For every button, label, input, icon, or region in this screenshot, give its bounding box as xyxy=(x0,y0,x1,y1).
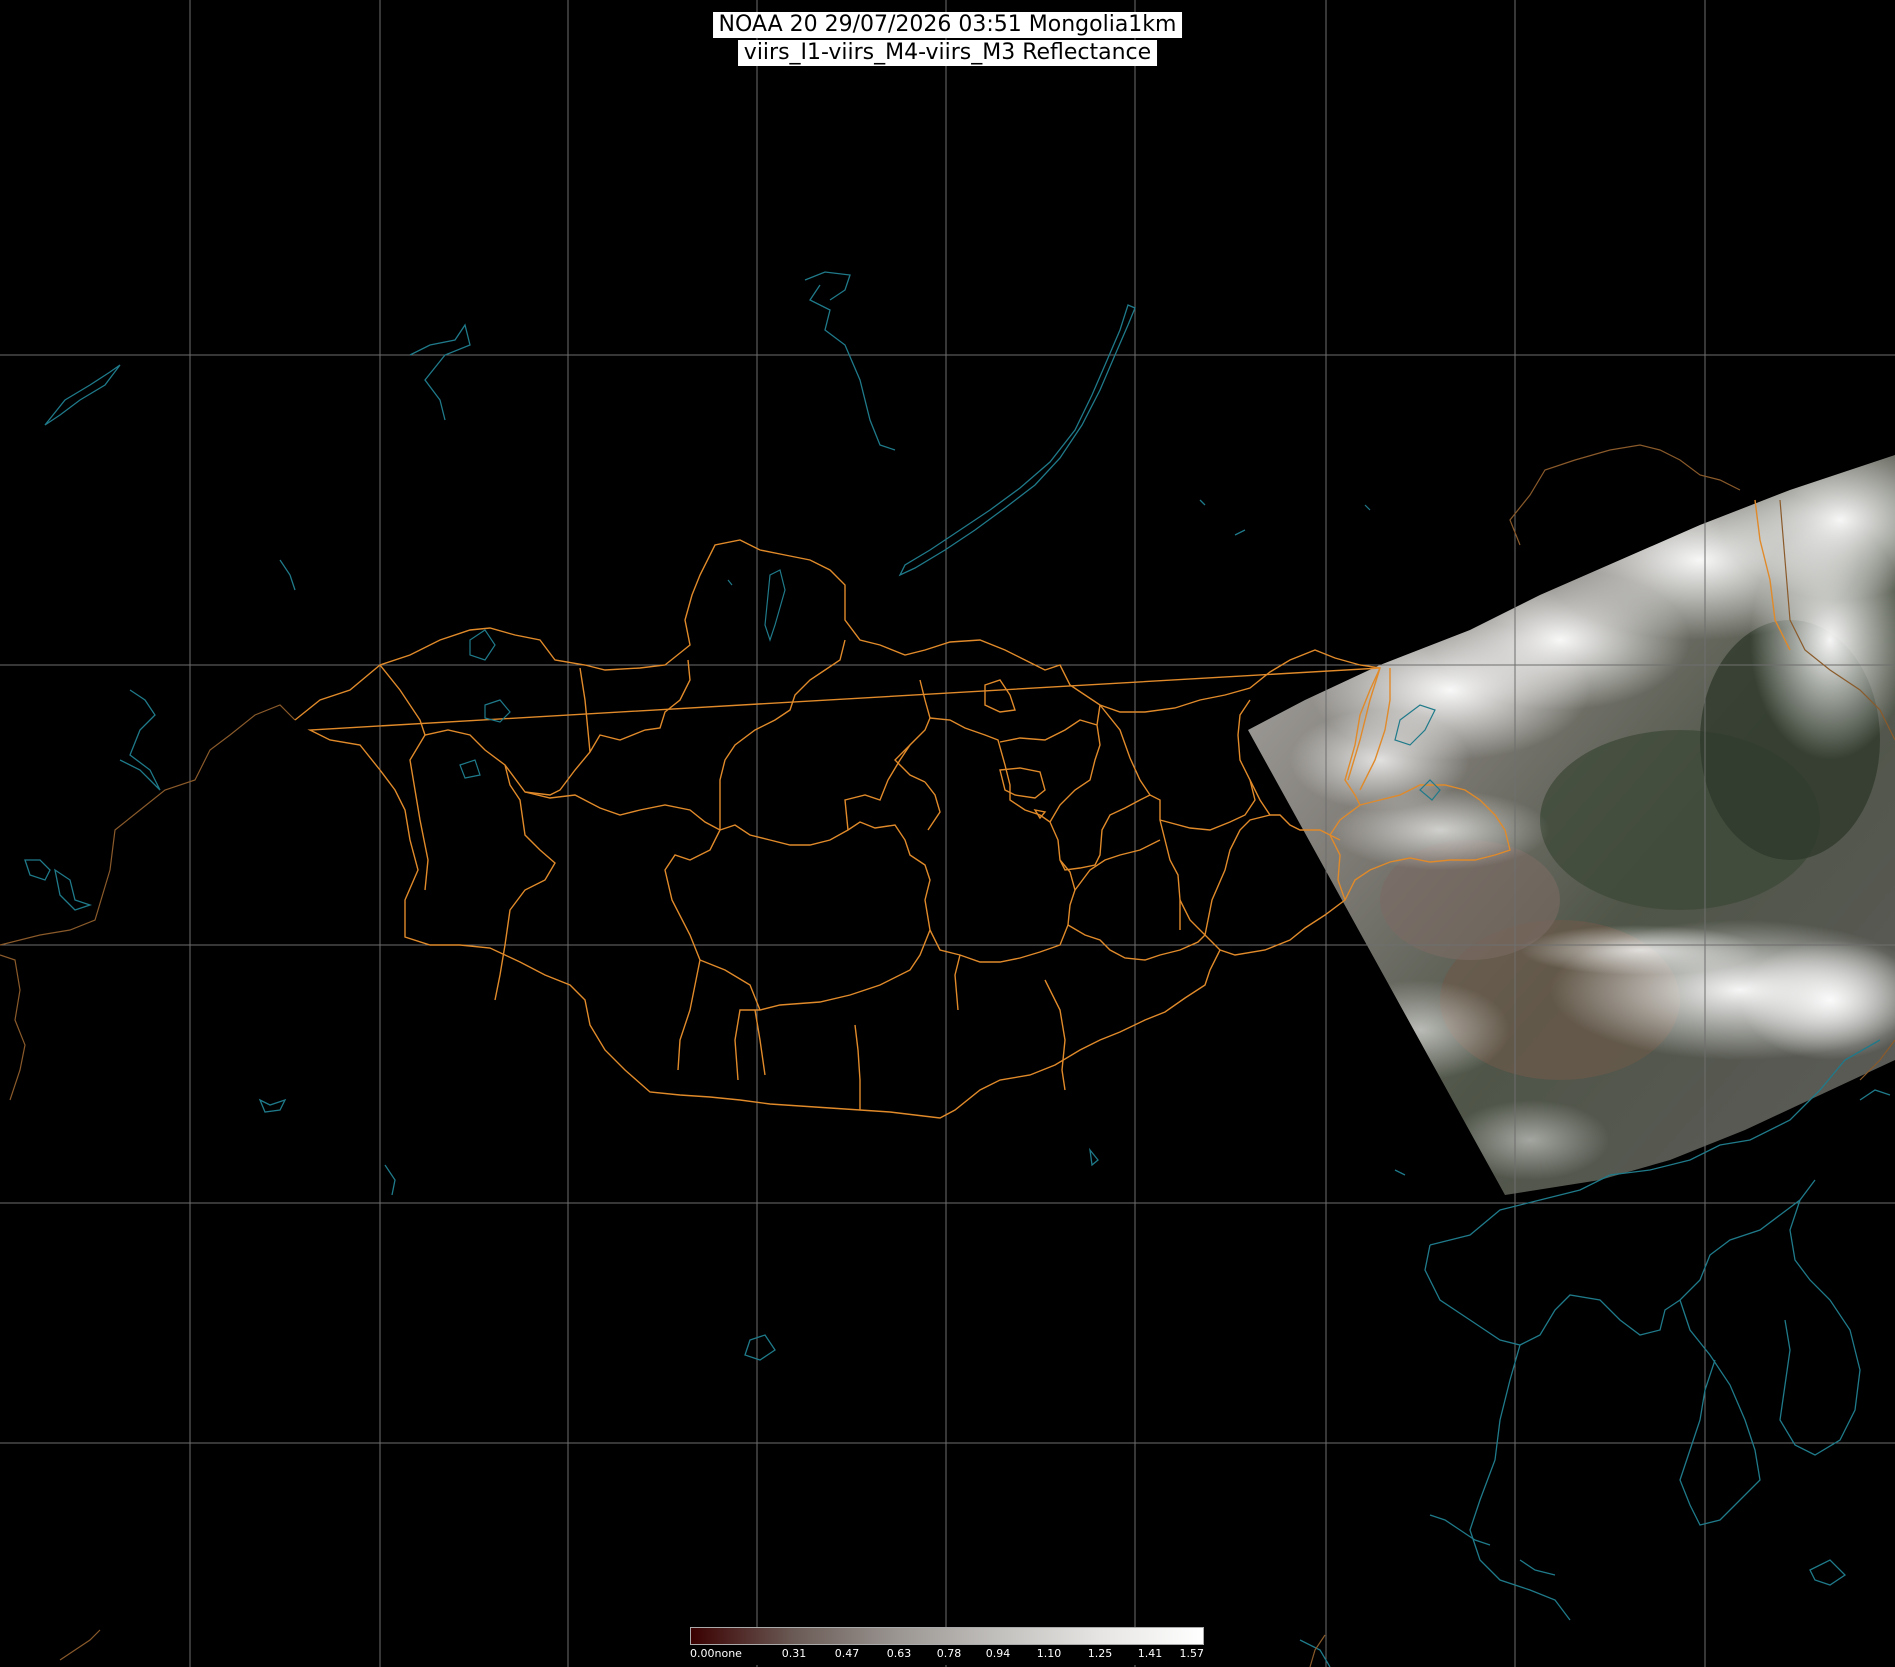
colorbar-tick: 0.94 xyxy=(985,1647,1011,1660)
satellite-swath xyxy=(1248,455,1895,1195)
title-line-1: NOAA 20 29/07/2026 03:51 Mongolia1km xyxy=(712,12,1183,38)
colorbar-tick: 0.78 xyxy=(936,1647,962,1660)
colorbar-tick: 0.63 xyxy=(886,1647,912,1660)
satellite-map xyxy=(0,0,1895,1667)
colorbar-tick: 1.25 xyxy=(1087,1647,1113,1660)
colorbar-tick: 0.31 xyxy=(781,1647,807,1660)
colorbar: 0.00none 0.31 0.47 0.63 0.78 0.94 1.10 1… xyxy=(690,1627,1204,1665)
title-line-2: viirs_I1-viirs_M4-viirs_M3 Reflectance xyxy=(737,40,1158,66)
colorbar-tick: 1.41 xyxy=(1137,1647,1163,1660)
colorbar-tick: 0.00none xyxy=(690,1647,742,1660)
colorbar-gradient xyxy=(690,1627,1204,1645)
colorbar-ticks: 0.00none 0.31 0.47 0.63 0.78 0.94 1.10 1… xyxy=(690,1647,1204,1663)
colorbar-tick: 1.10 xyxy=(1036,1647,1062,1660)
colorbar-tick: 1.57 xyxy=(1179,1647,1205,1660)
colorbar-tick: 0.47 xyxy=(834,1647,860,1660)
map-title: NOAA 20 29/07/2026 03:51 Mongolia1km vii… xyxy=(712,12,1183,68)
